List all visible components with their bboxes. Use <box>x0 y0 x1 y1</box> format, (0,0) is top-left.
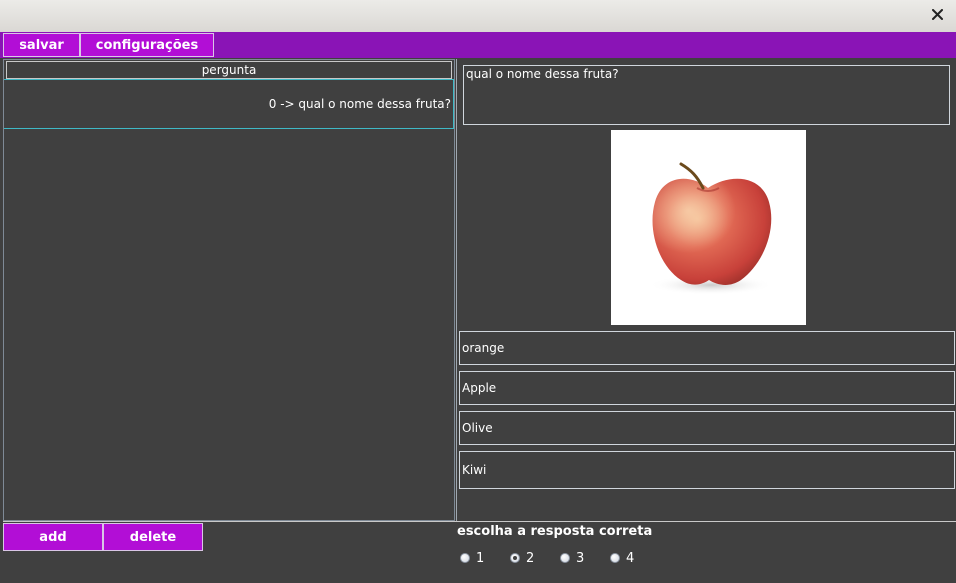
apple-image <box>611 130 806 325</box>
bottom-divider <box>3 521 956 522</box>
radio-button-icon[interactable] <box>460 553 470 563</box>
column-header-pergunta[interactable]: pergunta <box>6 61 452 79</box>
add-button[interactable]: add <box>3 523 103 551</box>
radio-label: 1 <box>476 550 485 566</box>
radio-option-4[interactable]: 4 <box>610 549 660 567</box>
radio-label: 3 <box>576 550 585 566</box>
answer-field-1[interactable]: orange <box>459 331 955 365</box>
window-titlebar <box>0 0 956 33</box>
radio-button-icon[interactable] <box>560 553 570 563</box>
correct-answer-radio-group: 1 2 3 4 <box>460 549 660 567</box>
table-row[interactable]: 0 -> qual o nome dessa fruta? <box>4 79 454 129</box>
close-button[interactable] <box>926 3 948 25</box>
radio-option-3[interactable]: 3 <box>560 549 610 567</box>
answer-field-4[interactable]: Kiwi <box>459 451 955 489</box>
menu-bar: salvar configurações <box>0 32 956 58</box>
radio-label: 2 <box>526 550 535 566</box>
save-button[interactable]: salvar <box>3 33 80 57</box>
question-editor-panel: qual o nome dessa fruta? orange Apple Ol… <box>456 59 956 521</box>
question-text-area[interactable]: qual o nome dessa fruta? <box>463 65 950 125</box>
settings-button[interactable]: configurações <box>80 33 214 57</box>
answer-field-2[interactable]: Apple <box>459 371 955 405</box>
question-list-panel: pergunta 0 -> qual o nome dessa fruta? <box>3 59 455 521</box>
delete-button[interactable]: delete <box>103 523 203 551</box>
answer-field-3[interactable]: Olive <box>459 411 955 445</box>
close-icon <box>931 5 943 24</box>
correct-answer-label: escolha a resposta correta <box>457 524 653 539</box>
radio-label: 4 <box>626 550 635 566</box>
radio-button-icon[interactable] <box>610 553 620 563</box>
radio-button-icon[interactable] <box>510 553 520 563</box>
radio-option-1[interactable]: 1 <box>460 549 510 567</box>
radio-option-2[interactable]: 2 <box>510 549 560 567</box>
